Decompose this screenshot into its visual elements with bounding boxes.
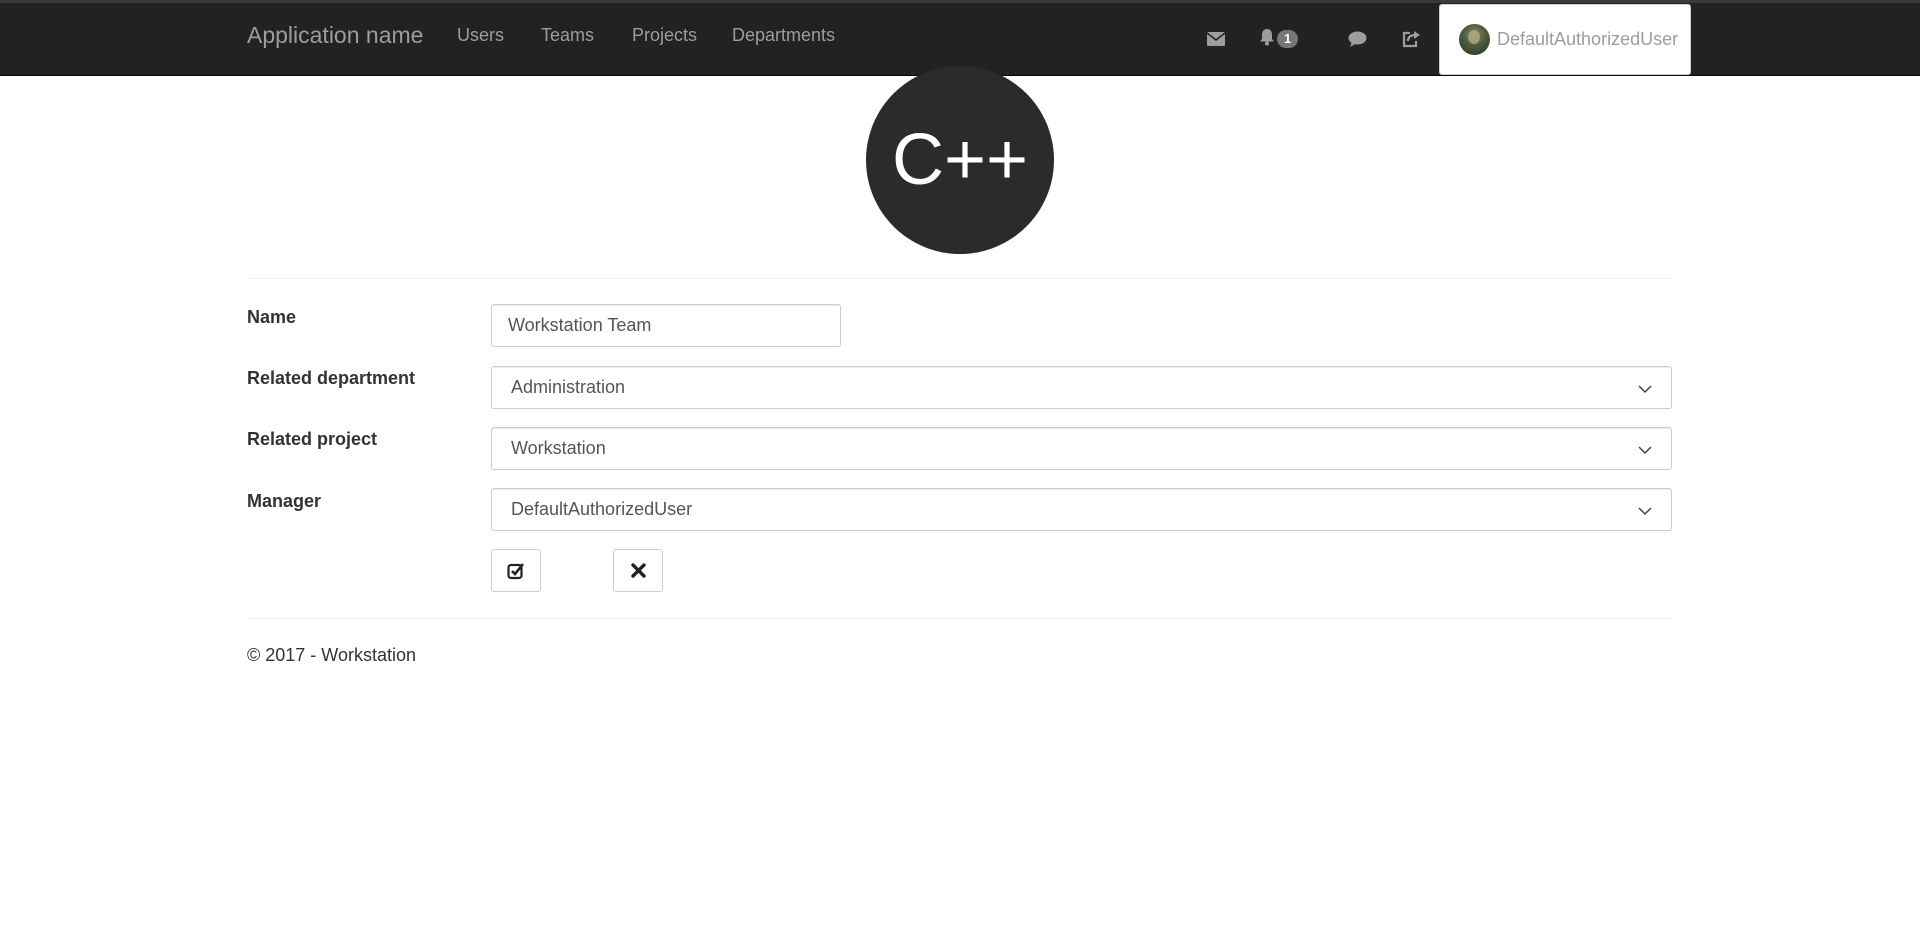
comment-icon[interactable] — [1341, 23, 1373, 55]
team-logo: C++ — [866, 66, 1054, 254]
manager-select-value: DefaultAuthorizedUser — [511, 499, 693, 519]
top-navbar: Application name Users Teams Projects De… — [0, 0, 1920, 76]
department-select-value: Administration — [511, 377, 626, 397]
nav-link-users[interactable]: Users — [457, 25, 504, 46]
user-name: DefaultAuthorizedUser — [1497, 29, 1679, 49]
divider-top — [247, 278, 1672, 279]
divider-bottom — [247, 618, 1672, 619]
bell-icon — [1259, 28, 1275, 51]
brand-link[interactable]: Application name — [247, 22, 423, 49]
footer-copyright: © 2017 - Workstation — [247, 645, 417, 665]
project-label: Related project — [247, 429, 378, 449]
project-select-value: Workstation — [511, 438, 606, 458]
save-button[interactable] — [491, 549, 541, 592]
times-icon — [630, 563, 646, 578]
share-icon[interactable] — [1395, 23, 1427, 55]
chevron-down-icon — [1638, 385, 1652, 394]
notifications-button[interactable]: 1 — [1259, 23, 1315, 55]
notification-count-badge: 1 — [1277, 30, 1299, 48]
team-logo-text: C++ — [891, 120, 1029, 200]
name-label: Name — [247, 307, 297, 327]
envelope-icon[interactable] — [1200, 23, 1232, 55]
nav-link-projects[interactable]: Projects — [632, 25, 697, 46]
department-label: Related department — [247, 368, 416, 388]
chevron-down-icon — [1638, 507, 1652, 516]
check-square-icon — [507, 562, 525, 579]
cancel-button[interactable] — [613, 549, 663, 592]
name-field[interactable] — [491, 304, 841, 347]
avatar — [1459, 24, 1490, 55]
manager-label: Manager — [247, 491, 322, 511]
nav-link-departments[interactable]: Departments — [732, 25, 835, 46]
user-menu[interactable]: DefaultAuthorizedUser — [1439, 4, 1691, 75]
department-select[interactable]: Administration — [491, 366, 1672, 409]
chevron-down-icon — [1638, 446, 1652, 455]
project-select[interactable]: Workstation — [491, 427, 1672, 470]
nav-link-teams[interactable]: Teams — [541, 25, 594, 46]
manager-select[interactable]: DefaultAuthorizedUser — [491, 488, 1672, 531]
